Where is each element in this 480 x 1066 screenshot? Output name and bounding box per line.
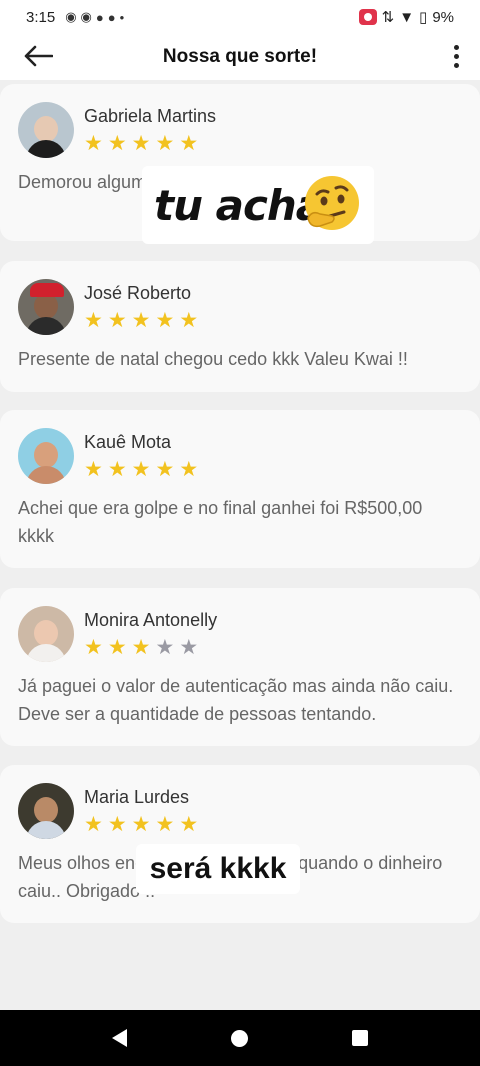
more-notifications-icon: •: [119, 9, 125, 25]
status-bar: 3:15 ◉ ◉ ● ● • ⇅ ▼ ▯ 9%: [0, 0, 480, 34]
signal-icon: ⇅: [381, 9, 395, 26]
reviewer-name: Gabriela Martins: [84, 106, 217, 126]
star-icon: ★: [131, 458, 151, 481]
avatar: [18, 102, 74, 158]
notification-icons: ◉ ◉ ● ● •: [65, 9, 124, 25]
reviewer-name: Maria Lurdes: [84, 787, 190, 807]
avatar: [18, 606, 74, 662]
caption-overlay-top: tu acha: [142, 166, 374, 244]
avatar: [18, 428, 74, 484]
star-rating: ★ ★ ★ ★ ★: [84, 814, 198, 836]
facebook-icon: ●: [95, 9, 104, 25]
notification-icon: ◉: [80, 9, 92, 24]
nav-home-button[interactable]: [231, 1029, 248, 1047]
review-card: Monira Antonelly ★ ★ ★ ★ ★ Já paguei o valor…: [0, 588, 480, 746]
star-icon: ★: [84, 636, 103, 659]
star-icon: ★: [107, 132, 127, 155]
arrow-left-icon: [24, 45, 53, 67]
system-navigation-bar: [0, 1010, 480, 1066]
star-icon: ★: [107, 458, 127, 481]
more-options-button[interactable]: [446, 38, 466, 74]
star-icon: ★: [84, 132, 103, 155]
caption-overlay-bottom: será kkkk: [136, 844, 300, 894]
reviewer-name: José Roberto: [84, 283, 192, 303]
star-icon: ★: [155, 309, 175, 332]
star-icon: ★: [179, 309, 199, 332]
reviewer-name: Kauê Mota: [84, 432, 172, 452]
review-text: Achei que era golpe e no final ganhei fo…: [18, 498, 423, 546]
star-rating: ★ ★ ★ ★ ★: [84, 133, 216, 155]
star-icon: ★: [131, 132, 151, 155]
nav-back-button[interactable]: [112, 1029, 127, 1047]
star-icon: ★: [179, 813, 199, 836]
status-right: ⇅ ▼ ▯ 9%: [358, 8, 454, 26]
star-icon: ★: [179, 636, 199, 659]
review-card: Kauê Mota ★ ★ ★ ★ ★ Achei que era golpe e no…: [0, 410, 480, 568]
back-button[interactable]: [20, 38, 56, 74]
avatar: [18, 783, 74, 839]
app-bar: Nossa que sorte!: [0, 34, 480, 80]
wifi-icon: ▼: [399, 8, 415, 26]
caption-text: tu acha: [154, 180, 324, 230]
notification-icon: ◉: [65, 9, 77, 24]
star-icon: ★: [155, 813, 175, 836]
star-icon: ★: [155, 132, 175, 155]
star-icon: ★: [155, 636, 175, 659]
star-rating: ★ ★ ★ ★ ★: [84, 637, 217, 659]
star-icon: ★: [155, 458, 175, 481]
battery-level: 9%: [432, 8, 454, 26]
status-time: 3:15: [26, 8, 56, 26]
review-card: José Roberto ★ ★ ★ ★ ★ Presente de natal che…: [0, 261, 480, 392]
page-title: Nossa que sorte!: [162, 46, 318, 67]
battery-icon: ▯: [419, 9, 428, 26]
star-icon: ★: [107, 636, 127, 659]
star-icon: ★: [131, 309, 151, 332]
caption-text: será kkkk: [149, 852, 287, 885]
star-icon: ★: [179, 458, 199, 481]
star-icon: ★: [131, 813, 151, 836]
star-rating: ★ ★ ★ ★ ★: [84, 459, 198, 481]
star-rating: ★ ★ ★ ★ ★: [84, 310, 198, 332]
star-icon: ★: [179, 132, 199, 155]
screen-record-icon: [358, 9, 377, 25]
more-vertical-icon: [453, 44, 459, 50]
star-icon: ★: [84, 458, 103, 481]
star-icon: ★: [107, 309, 127, 332]
star-icon: ★: [131, 636, 151, 659]
reviewer-name: Monira Antonelly: [84, 610, 218, 630]
star-icon: ★: [84, 813, 103, 836]
facebook-icon: ●: [107, 9, 116, 25]
thinking-face-icon: [305, 176, 359, 230]
avatar: [18, 279, 74, 335]
review-text: Já paguei o valor de autenticação mas ai…: [18, 676, 454, 724]
nav-recents-button[interactable]: [352, 1030, 368, 1046]
review-text: Presente de natal chegou cedo kkk Valeu …: [18, 349, 408, 369]
star-icon: ★: [84, 309, 103, 332]
star-icon: ★: [107, 813, 127, 836]
